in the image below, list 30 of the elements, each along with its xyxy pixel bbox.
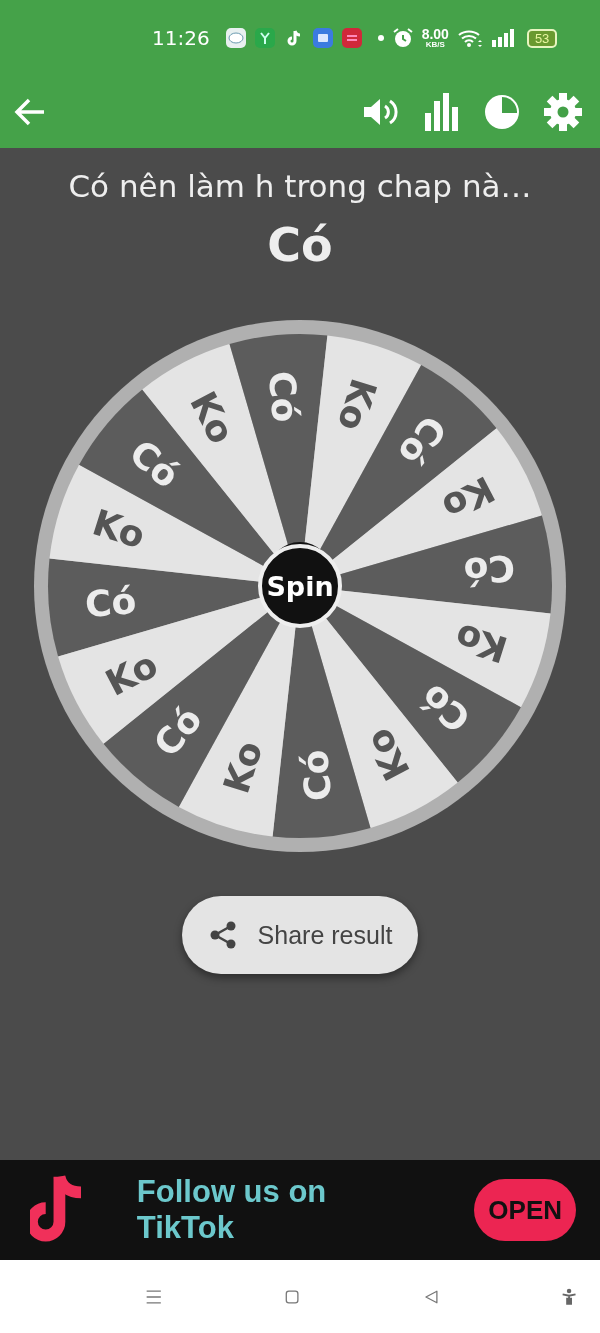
settings-icon[interactable] (544, 93, 582, 131)
segment-label: Ko (215, 736, 271, 799)
segment-label: Ko (450, 615, 513, 671)
chat-app-icon (225, 28, 246, 48)
segment-label: Có (462, 546, 517, 593)
alarm-clock-icon (391, 27, 414, 49)
segment-label: Có (293, 748, 340, 803)
segment-label: Có (260, 369, 307, 424)
segment-label: Có (83, 579, 138, 626)
credit-app-icon (341, 28, 362, 48)
segment-label: Ko (87, 501, 150, 557)
message-app-icon (312, 28, 333, 48)
speaker-icon[interactable] (362, 96, 400, 128)
shopping-app-icon (254, 28, 275, 48)
pie-chart-icon[interactable] (484, 94, 520, 130)
status-time: 11:26 (152, 26, 210, 50)
network-speed: 8.00 (421, 27, 449, 41)
open-button[interactable]: OPEN (474, 1179, 576, 1241)
ad-text: Follow us on TikTok (136, 1174, 328, 1246)
bar-chart-icon[interactable] (424, 93, 460, 131)
back-arrow-icon[interactable] (14, 98, 46, 126)
share-result-button[interactable]: Share result (181, 896, 419, 974)
question-title: Có nên làm h trong chap nà… (68, 168, 532, 204)
speed-unit: KB/S (425, 41, 445, 49)
segment-label: Ko (329, 373, 385, 436)
battery-indicator: 53 (526, 28, 558, 48)
result-text: Có (267, 218, 333, 272)
wifi-icon (456, 28, 483, 48)
dot-icon (377, 35, 384, 41)
signal-icon (490, 29, 515, 47)
